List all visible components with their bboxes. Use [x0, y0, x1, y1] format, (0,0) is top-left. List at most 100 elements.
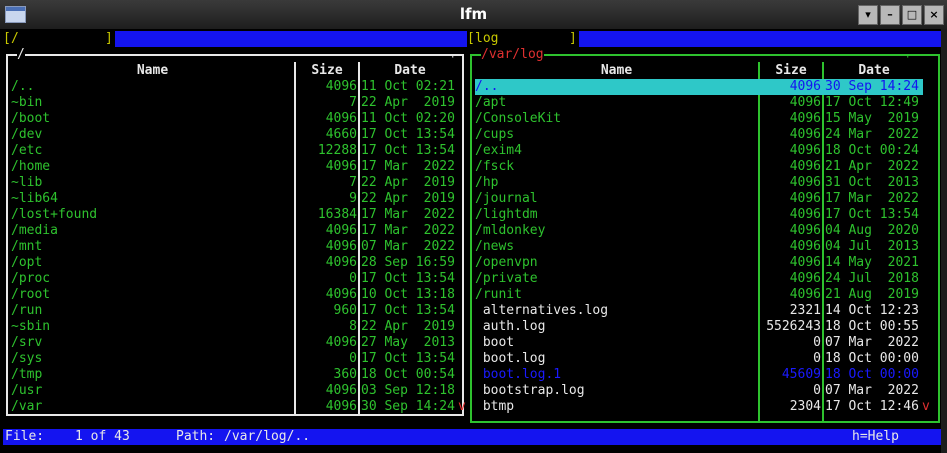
- file-date: 22 Apr 2019: [361, 319, 455, 334]
- file-size: 5526243: [766, 319, 821, 334]
- right-header-name[interactable]: Name: [475, 63, 758, 79]
- right-path-input[interactable]: log: [475, 31, 498, 47]
- file-name: /srv: [11, 335, 43, 350]
- list-item[interactable]: /lightdm 4096 17 Oct 13:54: [475, 207, 923, 223]
- window-title: lfm: [459, 5, 488, 23]
- file-name: /lightdm: [475, 207, 538, 222]
- list-item[interactable]: /srv 4096 27 May 2013: [11, 335, 459, 351]
- list-item[interactable]: /run 960 17 Oct 13:54: [11, 303, 459, 319]
- list-item[interactable]: /exim4 4096 18 Oct 00:24: [475, 143, 923, 159]
- file-size: 4096: [789, 207, 821, 222]
- list-item[interactable]: ~lib 7 22 Apr 2019: [11, 175, 459, 191]
- file-size: 4096: [325, 111, 357, 126]
- list-item[interactable]: ~sbin 8 22 Apr 2019: [11, 319, 459, 335]
- file-size: 8: [349, 319, 357, 334]
- right-header-date[interactable]: Date: [824, 63, 924, 79]
- list-item[interactable]: bootstrap.log 0 07 Mar 2022: [475, 383, 923, 399]
- list-item[interactable]: /tmp 360 18 Oct 00:54: [11, 367, 459, 383]
- file-size: 0: [349, 351, 357, 366]
- file-name: /..: [11, 79, 35, 94]
- list-item[interactable]: /.. 4096 11 Oct 02:21: [11, 79, 459, 95]
- list-item[interactable]: btmp 2304 17 Oct 12:46: [475, 399, 923, 415]
- file-size: 4096: [325, 287, 357, 302]
- list-item[interactable]: /apt 4096 17 Oct 12:49: [475, 95, 923, 111]
- list-item[interactable]: /dev 4660 17 Oct 13:54: [11, 127, 459, 143]
- file-date: 04 Aug 2020: [825, 223, 919, 238]
- list-item[interactable]: /.. 4096 30 Sep 14:24: [475, 79, 923, 95]
- file-name: /apt: [475, 95, 507, 110]
- list-item[interactable]: ~lib64 9 22 Apr 2019: [11, 191, 459, 207]
- list-item[interactable]: /media 4096 17 Mar 2022: [11, 223, 459, 239]
- right-header-size[interactable]: Size: [760, 63, 822, 79]
- list-item[interactable]: boot.log 0 18 Oct 00:00: [475, 351, 923, 367]
- file-name: ~sbin: [11, 319, 51, 334]
- list-item[interactable]: /openvpn 4096 14 May 2021: [475, 255, 923, 271]
- left-header-name[interactable]: Name: [11, 63, 294, 79]
- list-item[interactable]: alternatives.log 2321 14 Oct 12:23: [475, 303, 923, 319]
- file-size: 0: [813, 383, 821, 398]
- file-name: /mnt: [11, 239, 43, 254]
- file-date: 17 Oct 13:54: [361, 271, 455, 286]
- file-date: 27 May 2013: [361, 335, 455, 350]
- file-date: 04 Jul 2013: [825, 239, 919, 254]
- left-header-date[interactable]: Date: [360, 63, 460, 79]
- file-date: 07 Mar 2022: [825, 383, 919, 398]
- list-item[interactable]: /hp 4096 31 Oct 2013: [475, 175, 923, 191]
- file-size: 4096: [789, 255, 821, 270]
- file-name: ~lib64: [11, 191, 58, 206]
- list-item[interactable]: /home 4096 17 Mar 2022: [11, 159, 459, 175]
- file-size: 4096: [789, 143, 821, 158]
- right-path-close-bracket: ]: [569, 31, 577, 46]
- file-date: 22 Apr 2019: [361, 95, 455, 110]
- list-item[interactable]: /private 4096 24 Jul 2018: [475, 271, 923, 287]
- list-item[interactable]: /runit 4096 21 Aug 2019: [475, 287, 923, 303]
- list-item[interactable]: /proc 0 17 Oct 13:54: [11, 271, 459, 287]
- file-name: boot.log.1: [475, 367, 562, 382]
- maximize-button[interactable]: □: [902, 5, 922, 25]
- file-name: /fsck: [475, 159, 515, 174]
- file-date: 18 Oct 00:24: [825, 143, 919, 158]
- minimize-button[interactable]: –: [880, 5, 900, 25]
- status-file-position: 1 of 43: [75, 429, 130, 444]
- list-item[interactable]: /opt 4096 28 Sep 16:59: [11, 255, 459, 271]
- list-item[interactable]: boot 0 07 Mar 2022: [475, 335, 923, 351]
- window-titlebar: lfm ▾ – □ ×: [0, 0, 947, 29]
- list-item[interactable]: /usr 4096 03 Sep 12:18: [11, 383, 459, 399]
- file-size: 45609: [781, 367, 821, 382]
- list-item[interactable]: /etc 12288 17 Oct 13:54: [11, 143, 459, 159]
- left-header-size[interactable]: Size: [296, 63, 358, 79]
- file-size: 2304: [789, 399, 821, 414]
- close-button[interactable]: ×: [924, 5, 944, 25]
- list-item[interactable]: /lost+found 16384 17 Mar 2022: [11, 207, 459, 223]
- list-item[interactable]: /cups 4096 24 Mar 2022: [475, 127, 923, 143]
- list-item[interactable]: /var 4096 30 Sep 14:24: [11, 399, 459, 415]
- file-size: 0: [349, 271, 357, 286]
- list-item[interactable]: boot.log.1 45609 18 Oct 00:00: [475, 367, 923, 383]
- list-item[interactable]: /ConsoleKit 4096 15 May 2019: [475, 111, 923, 127]
- list-item[interactable]: /journal 4096 17 Mar 2022: [475, 191, 923, 207]
- file-name: /dev: [11, 127, 43, 142]
- left-path-input[interactable]: /: [11, 31, 19, 47]
- right-more-marker: v: [922, 399, 930, 414]
- left-path-fill: [115, 31, 467, 47]
- list-item[interactable]: /boot 4096 11 Oct 02:20: [11, 111, 459, 127]
- list-item[interactable]: /news 4096 04 Jul 2013: [475, 239, 923, 255]
- list-item[interactable]: /fsck 4096 21 Apr 2022: [475, 159, 923, 175]
- file-name: /home: [11, 159, 51, 174]
- file-date: 17 Oct 12:46: [825, 399, 919, 414]
- right-path-open-bracket: [: [467, 31, 475, 46]
- keep-above-button[interactable]: ▾: [858, 5, 878, 25]
- list-item[interactable]: ~bin 7 22 Apr 2019: [11, 95, 459, 111]
- list-item[interactable]: /mnt 4096 07 Mar 2022: [11, 239, 459, 255]
- list-item[interactable]: /root 4096 10 Oct 13:18: [11, 287, 459, 303]
- list-item[interactable]: /sys 0 17 Oct 13:54: [11, 351, 459, 367]
- list-item[interactable]: auth.log 5526243 18 Oct 00:55: [475, 319, 923, 335]
- file-date: 17 Oct 13:54: [361, 303, 455, 318]
- file-name: auth.log: [475, 319, 546, 334]
- list-item[interactable]: /mldonkey 4096 04 Aug 2020: [475, 223, 923, 239]
- file-size: 4096: [325, 255, 357, 270]
- status-help-hint[interactable]: h=Help: [852, 429, 899, 445]
- file-name: /ConsoleKit: [475, 111, 562, 126]
- terminal-area: [ / ] [ log ] / · Name Size Date /.. 4096…: [3, 29, 941, 453]
- file-name: /hp: [475, 175, 499, 190]
